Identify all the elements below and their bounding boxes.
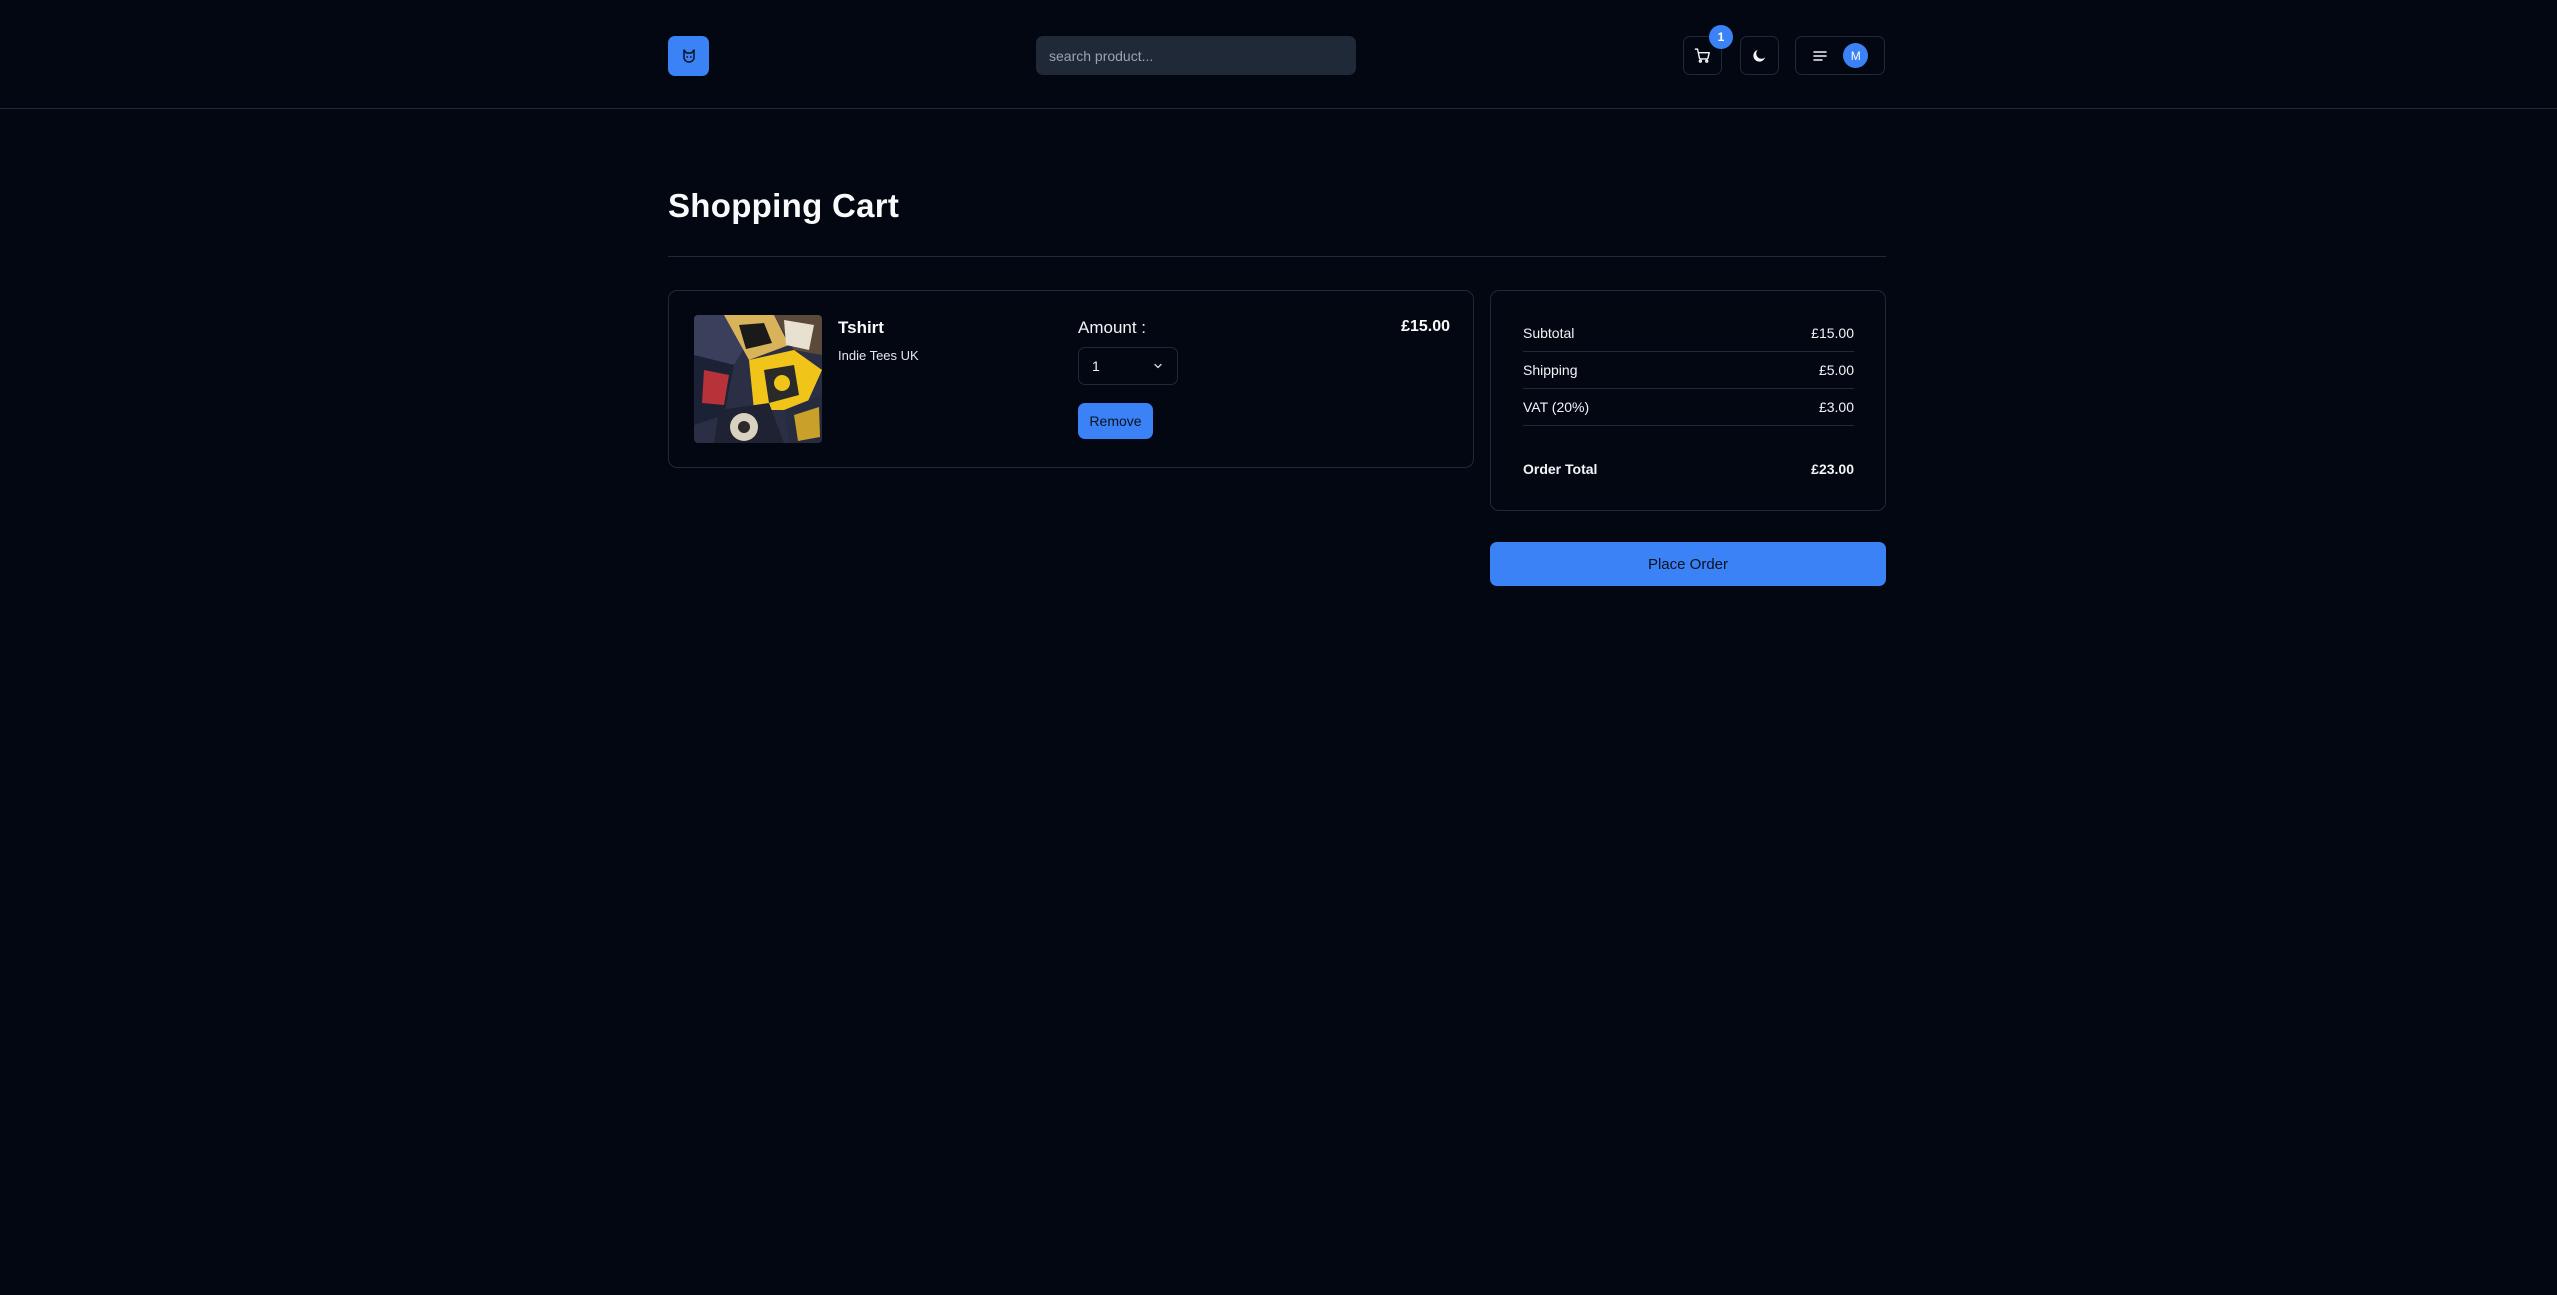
- tshirt-photo-image: [694, 315, 822, 443]
- item-price: £15.00: [1401, 318, 1450, 335]
- top-navbar: 1 M: [0, 0, 2557, 109]
- title-divider: [668, 256, 1886, 257]
- theme-toggle-button[interactable]: [1740, 36, 1779, 75]
- product-vendor: Indie Tees UK: [838, 348, 919, 363]
- search-input[interactable]: [1036, 36, 1356, 75]
- subtotal-value: £15.00: [1811, 325, 1854, 341]
- user-menu-button[interactable]: M: [1795, 36, 1885, 75]
- product-image[interactable]: [694, 315, 822, 443]
- logo-button[interactable]: [668, 36, 709, 76]
- remove-button[interactable]: Remove: [1078, 403, 1153, 439]
- summary-row-order-total: Order Total £23.00: [1523, 450, 1854, 487]
- summary-row-shipping: Shipping £5.00: [1523, 352, 1854, 389]
- subtotal-label: Subtotal: [1523, 325, 1575, 341]
- amount-label: Amount :: [1078, 318, 1147, 337]
- menu-lines-icon: [1813, 50, 1827, 61]
- moon-icon: [1753, 49, 1766, 62]
- chevron-down-icon: [1154, 363, 1162, 369]
- summary-row-subtotal: Subtotal £15.00: [1523, 315, 1854, 352]
- order-summary: Subtotal £15.00 Shipping £5.00 VAT (20%)…: [1490, 290, 1886, 511]
- product-name[interactable]: Tshirt: [838, 318, 884, 338]
- place-order-button[interactable]: Place Order: [1490, 542, 1886, 586]
- shopping-cart-icon: [1694, 48, 1710, 63]
- avatar: M: [1843, 43, 1869, 68]
- quantity-select[interactable]: 1: [1078, 347, 1178, 385]
- shipping-value: £5.00: [1818, 362, 1854, 378]
- page-title: Shopping Cart: [668, 187, 900, 224]
- quantity-value: 1: [1092, 358, 1100, 374]
- vat-value: £3.00: [1818, 399, 1854, 415]
- order-total-label: Order Total: [1523, 460, 1598, 477]
- shipping-label: Shipping: [1523, 362, 1578, 378]
- cart-item: Tshirt Indie Tees UK Amount : 1 Remove £…: [668, 290, 1474, 468]
- cart-count-badge: 1: [1709, 25, 1733, 49]
- vat-label: VAT (20%): [1523, 399, 1590, 415]
- order-total-value: £23.00: [1811, 460, 1854, 477]
- summary-row-vat: VAT (20%) £3.00: [1523, 389, 1854, 426]
- cat-logo-icon: [682, 49, 695, 63]
